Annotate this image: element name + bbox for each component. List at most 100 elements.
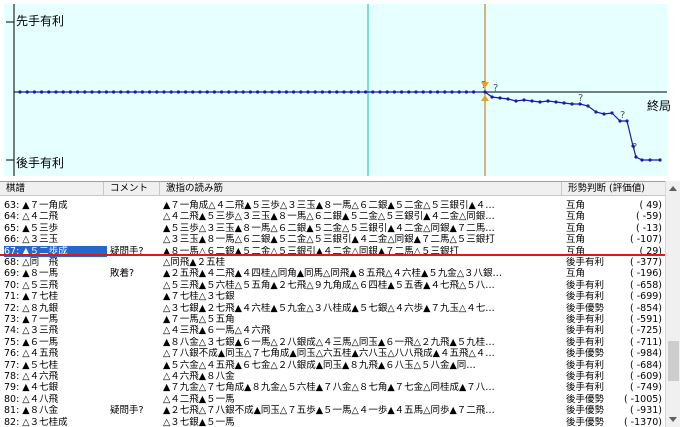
table-row[interactable]: 68: △同 飛 △同飛▲２五桂 後手有利 ( -377)	[0, 257, 665, 268]
evaluation-point	[586, 104, 590, 108]
row-move: 69: ▲８一馬	[4, 268, 59, 280]
evaluation-point	[61, 90, 65, 94]
table-row[interactable]: 80: △４八飛 △４二飛▲５一馬 後手優勢 ( -1005)	[0, 394, 665, 405]
evaluation-point	[76, 90, 80, 94]
row-judgement: 後手有利	[566, 291, 605, 303]
row-principal-variation: △３七銀▲５一馬	[163, 416, 235, 427]
evaluation-point	[284, 90, 288, 94]
evaluation-point	[472, 90, 476, 94]
scroll-up-icon[interactable]	[669, 186, 677, 191]
evaluation-point	[184, 90, 188, 94]
evaluation-point	[68, 90, 72, 94]
table-row[interactable]: 72: △８九銀 △３七銀▲２七飛▲４六桂▲５九金△３八桂成▲５七銀△４六歩▲７九…	[0, 303, 665, 314]
table-row[interactable]: 65: ▲５三歩 ▲５三歩△３三玉▲８一馬△６二銀▲５二金△５三銀引▲４二金△同銀…	[0, 223, 665, 234]
table-row[interactable]: 71: ▲７七桂 ▲７七桂△３七銀 後手有利 ( -699)	[0, 291, 665, 302]
evaluation-point	[342, 90, 346, 94]
table-row[interactable]: 74: △３三飛 △４三飛▲６一馬△４六飛 後手有利 ( -725)	[0, 325, 665, 336]
row-principal-variation: ▲７一馬△５五角	[163, 314, 235, 325]
evaluation-point	[610, 111, 614, 115]
table-row[interactable]: 70: △５三飛 △５三飛▲５六桂△５五角▲２七飛△９九角成△６四桂▲５五香▲４七…	[0, 280, 665, 291]
evaluation-point	[277, 90, 281, 94]
evaluation-point	[198, 90, 202, 94]
evaluation-graph-canvas[interactable]: ?????	[0, 0, 680, 180]
row-score: ( -13)	[636, 222, 662, 234]
row-move: 65: ▲５三歩	[4, 222, 59, 234]
evaluation-point	[546, 99, 550, 103]
row-principal-variation: △５三飛▲５六桂△５五角▲２七飛△９九角成△６四桂▲５五香▲４七飛△５八…	[163, 279, 495, 291]
row-score: ( -711)	[630, 336, 662, 348]
table-row[interactable]: 76: △４五飛 △７八銀不成▲同玉△７七角成▲同玉△六五桂▲六八玉△八八飛成▲４…	[0, 348, 665, 359]
table-row[interactable]: 82: △３七桂成 △３七銀▲５一馬 後手優勢 ( -1370)	[0, 417, 665, 427]
evaluation-graph[interactable]: ????? 先手有利 後手有利 終局	[0, 0, 680, 180]
table-row[interactable]: 64: △４二飛 △４二飛▲５三歩△３三玉▲８一馬△６二銀▲５二金△５三銀引▲４二…	[0, 211, 665, 222]
evaluation-point	[155, 90, 159, 94]
header-judgement[interactable]: 形勢判断 (評価値)	[562, 182, 665, 196]
kifu-analysis-table[interactable]: 棋譜 コメント 激指の読み筋 形勢判断 (評価値) 63: ▲７一角成 ▲７一角成…	[0, 181, 680, 427]
graph-background	[4, 4, 667, 176]
row-principal-variation: ▲７一角成△４二飛▲５三歩△３三玉▲８一馬△６二銀▲５二金△５三銀引▲４…	[163, 200, 495, 211]
row-score: ( -609)	[630, 371, 662, 382]
evaluation-point	[349, 90, 353, 94]
table-row[interactable]: 63: ▲７一角成 ▲７一角成△４二飛▲５三歩△３三玉▲８一馬△６二銀▲５二金△５…	[0, 200, 665, 211]
table-row[interactable]: 77: ▲５七桂 ▲５六金△４五飛▲６七金△２八銀成▲同玉▲８九飛▲６八玉△５八金…	[0, 360, 665, 371]
table-row[interactable]: 79: ▲４七銀 ▲７九金△７七角成▲８九金△５六桂▲７八金△８七角▲７七金△同桂…	[0, 382, 665, 393]
evaluation-point	[562, 101, 566, 105]
table-row[interactable]: 66: △３三玉 △３三玉▲８一馬△６二銀▲５二金△５三銀引▲４二金△同銀▲７二馬…	[0, 234, 665, 245]
dubious-move-mark: ?	[632, 142, 637, 153]
dubious-move-mark: ?	[578, 93, 583, 104]
evaluation-point	[506, 97, 510, 101]
row-comment: 疑問手?	[110, 405, 144, 417]
row-move: 70: △５三飛	[4, 279, 59, 291]
evaluation-point	[90, 90, 94, 94]
row-judgement: 後手優勢	[566, 405, 605, 417]
evaluation-point	[436, 90, 440, 94]
table-row[interactable]: 78: △４六飛 △４六飛▲８八金 後手有利 ( -609)	[0, 371, 665, 382]
evaluation-point	[32, 90, 37, 94]
row-principal-variation: ▲７九金△７七角成▲８九金△５六桂▲７八金△８七角▲７七金△同桂成▲７八…	[163, 382, 495, 394]
evaluation-point	[392, 90, 396, 94]
evaluation-point	[270, 90, 274, 94]
table-row[interactable]: 69: ▲８一馬 敗着? ▲２五飛▲４二飛▲４四桂△同角▲同馬△同飛▲８五飛△４六桂…	[0, 268, 665, 279]
table-row[interactable]: 81: ▲８八金 疑問手? ▲２七飛△７八銀不成▲同玉△７五歩▲５一馬△４一歩▲４五…	[0, 405, 665, 416]
scrollbar-thumb[interactable]	[668, 341, 679, 381]
header-principal-variation[interactable]: 激指の読み筋	[160, 182, 562, 196]
row-principal-variation: ▲２五飛▲４二飛▲４四桂△同角▲同馬△同飛▲８五飛△４六桂▲５九金△３八銀…	[163, 268, 503, 280]
row-move: 79: ▲４七銀	[4, 382, 59, 394]
row-score: ( -684)	[630, 359, 662, 371]
evaluation-point	[554, 100, 558, 104]
evaluation-point	[292, 90, 296, 94]
evaluation-point	[112, 90, 116, 94]
evaluation-point	[490, 95, 494, 99]
evaluation-point	[148, 90, 152, 94]
row-move: 76: △４五飛	[4, 348, 59, 360]
label-end-of-game: 終局	[647, 99, 672, 113]
row-score: ( -59)	[636, 211, 662, 223]
row-principal-variation: △４三飛▲６一馬△４六飛	[163, 325, 271, 337]
evaluation-point	[212, 90, 216, 94]
evaluation-point	[126, 90, 130, 94]
evaluation-point	[47, 90, 51, 94]
row-score: ( -854)	[630, 302, 662, 314]
row-score: ( -749)	[630, 382, 662, 394]
table-row[interactable]: 73: ▲７一馬 ▲７一馬△５五角 後手有利 ( -591)	[0, 314, 665, 325]
row-move: 73: ▲７一馬	[4, 314, 59, 325]
header-move[interactable]: 棋譜	[0, 182, 104, 196]
row-score: ( -984)	[630, 348, 662, 360]
row-judgement: 後手優勢	[566, 302, 605, 314]
row-principal-variation: △４六飛▲８八金	[163, 371, 235, 382]
scroll-down-icon[interactable]	[669, 417, 677, 422]
evaluation-point	[385, 90, 389, 94]
evaluation-point	[104, 90, 108, 94]
row-judgement: 互角	[566, 222, 586, 234]
header-comment[interactable]: コメント	[104, 182, 160, 196]
evaluation-point	[306, 90, 310, 94]
vertical-scrollbar[interactable]	[665, 181, 680, 427]
evaluation-point	[640, 158, 644, 162]
evaluation-point	[234, 90, 238, 94]
row-move: 75: ▲６一馬	[4, 336, 59, 348]
row-move: 68: △同 飛	[4, 257, 59, 268]
row-judgement: 互角	[566, 211, 586, 223]
row-move: 66: △３三玉	[4, 234, 59, 246]
evaluation-point	[400, 90, 404, 94]
table-row[interactable]: 75: ▲６一馬 ▲８八金△３七銀▲６一馬△２八銀成△４三馬△同玉▲６一飛△２九飛…	[0, 337, 665, 348]
